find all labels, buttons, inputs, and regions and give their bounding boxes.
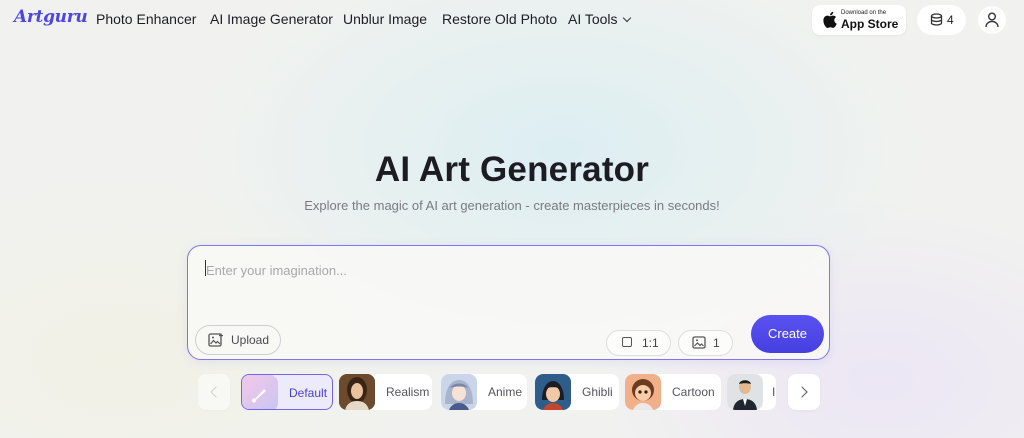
style-label: Default [289,386,328,400]
style-ghibli[interactable]: Ghibli [535,374,619,410]
style-cartoon-thumbnail [625,374,661,410]
create-button[interactable]: Create [751,315,824,353]
nav-ai-image-generator[interactable]: AI Image Generator [210,11,333,27]
chevron-right-icon [796,386,808,398]
aspect-ratio-button[interactable]: 1:1 [606,330,671,356]
style-label: Ghibli [582,385,613,399]
image-upload-icon [208,333,223,347]
style-anime[interactable]: Anime [441,374,527,410]
app-store-button[interactable]: Download on the App Store [812,5,906,35]
artguru-logo[interactable]: Artguru [14,7,88,27]
style-label: I [772,385,776,399]
business-portrait-icon [727,374,763,410]
image-count-button[interactable]: 1 [678,330,733,356]
user-icon [985,12,999,28]
upload-button[interactable]: Upload [195,325,281,355]
realism-portrait-icon [339,374,375,410]
cartoon-portrait-icon [625,374,661,410]
anime-portrait-icon [441,374,477,410]
style-realism[interactable]: Realism [339,374,432,410]
style-ghibli-thumbnail [535,374,571,410]
styles-next-button[interactable] [788,374,820,410]
chevron-down-icon [622,13,631,23]
style-default-thumbnail [242,375,278,409]
apple-icon [823,11,837,28]
nav-ai-tools-label: AI Tools [568,11,618,27]
page-subtitle: Explore the magic of AI art generation -… [304,198,720,213]
text-caret [205,260,206,276]
coins-stack-icon [930,13,943,26]
user-avatar-button[interactable] [978,6,1006,34]
aspect-ratio-icon [622,337,632,347]
nav-ai-tools[interactable]: AI Tools [568,11,631,27]
credits-button[interactable]: 4 [917,5,966,35]
image-count-label: 1 [713,336,720,350]
create-label: Create [767,326,808,341]
top-navigation: Artguru Photo Enhancer AI Image Generato… [0,0,1024,40]
nav-photo-enhancer[interactable]: Photo Enhancer [96,11,196,27]
upload-label: Upload [231,333,270,347]
app-store-text: App Store [841,17,899,31]
nav-unblur-image[interactable]: Unblur Image [343,11,427,27]
prompt-input[interactable] [206,260,806,280]
ghibli-portrait-icon [535,374,571,410]
aspect-ratio-label: 1:1 [642,336,659,350]
app-store-small-text: Download on the [841,10,887,16]
nav-restore-old-photo[interactable]: Restore Old Photo [442,11,557,27]
page-title: AI Art Generator [374,150,650,189]
style-partial[interactable]: I [727,374,776,410]
paint-brush-icon [251,389,266,403]
style-partial-thumbnail [727,374,763,410]
styles-prev-button[interactable] [198,374,230,410]
style-label: Anime [488,385,523,399]
style-label: Realism [386,385,430,399]
image-icon [692,336,706,349]
style-anime-thumbnail [441,374,477,410]
style-realism-thumbnail [339,374,375,410]
prompt-box: Upload 1:1 1 Create [187,245,830,360]
style-default[interactable]: Default [241,374,333,410]
credits-count: 4 [947,13,954,27]
style-label: Cartoon [672,385,715,399]
style-cartoon[interactable]: Cartoon [625,374,721,410]
chevron-left-icon [210,386,222,398]
